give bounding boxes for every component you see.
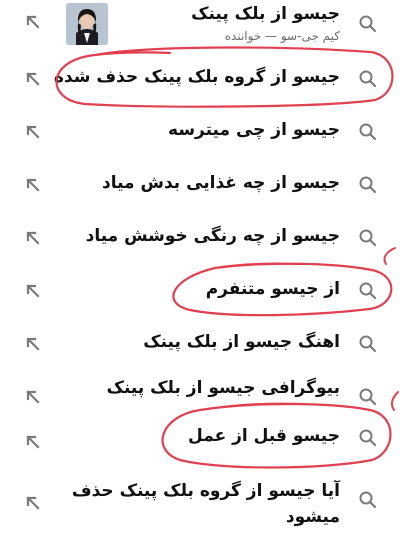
arrow-up-left-icon[interactable] — [26, 178, 40, 192]
suggestion-text: اهنگ جیسو از بلک پینک — [143, 332, 340, 352]
suggestion-text-line-1: آیا جیسو از گروه بلک پینک حذف — [71, 481, 340, 501]
suggestion-text: جیسو از چه رنگی خوشش میاد — [85, 226, 340, 246]
suggestion-row[interactable]: جیسو از چه غذایی بدش میاد — [0, 158, 400, 210]
suggestion-text-line-2: میشود — [285, 507, 340, 527]
search-icon — [359, 429, 377, 447]
suggestion-text: جیسو از چه غذایی بدش میاد — [102, 173, 340, 193]
search-icon — [359, 388, 377, 406]
suggestion-row[interactable]: بیوگرافی جیسو از بلک پینک — [0, 370, 400, 422]
search-icon — [359, 15, 377, 33]
arrow-up-left-icon[interactable] — [26, 496, 40, 510]
search-icon — [359, 70, 377, 88]
search-icon — [359, 229, 377, 247]
suggestion-row[interactable]: آیا جیسو از گروه بلک پینک حذف میشود — [0, 476, 400, 554]
search-icon — [359, 491, 377, 509]
search-icon — [359, 282, 377, 300]
suggestion-text: جیسو قبل از عمل — [188, 426, 340, 446]
arrow-up-left-icon[interactable] — [26, 435, 40, 449]
search-icon — [359, 176, 377, 194]
arrow-up-left-icon[interactable] — [26, 72, 40, 86]
avatar — [66, 3, 108, 45]
arrow-up-left-icon[interactable] — [26, 390, 40, 404]
suggestion-text: جیسو از بلک پینک — [191, 4, 340, 24]
suggestion-text: جیسو از چی میترسه — [168, 120, 340, 140]
suggestion-row[interactable]: جیسو از چی میترسه — [0, 105, 400, 157]
suggestion-row[interactable]: جیسو قبل از عمل — [0, 423, 400, 475]
suggestion-row[interactable]: از جیسو متنفرم — [0, 264, 400, 316]
search-icon — [359, 335, 377, 353]
suggestion-row[interactable]: جیسو از گروه بلک پینک حذف شده — [0, 54, 400, 104]
arrow-up-left-icon[interactable] — [26, 15, 40, 29]
arrow-up-left-icon[interactable] — [26, 337, 40, 351]
suggestion-row[interactable]: جیسو از بلک پینک کیم جی-سو — خواننده — [0, 0, 400, 52]
search-suggestions-list: جیسو از بلک پینک کیم جی-سو — خواننده جیس… — [0, 0, 400, 554]
arrow-up-left-icon[interactable] — [26, 284, 40, 298]
arrow-up-left-icon[interactable] — [26, 231, 40, 245]
suggestion-row[interactable]: جیسو از چه رنگی خوشش میاد — [0, 211, 400, 263]
arrow-up-left-icon[interactable] — [26, 125, 40, 139]
suggestion-row[interactable]: اهنگ جیسو از بلک پینک — [0, 317, 400, 369]
suggestion-text: جیسو از گروه بلک پینک حذف شده — [53, 67, 340, 87]
search-icon — [359, 123, 377, 141]
suggestion-text: بیوگرافی جیسو از بلک پینک — [106, 378, 340, 398]
suggestion-subtitle: کیم جی-سو — خواننده — [224, 29, 340, 43]
suggestion-text: از جیسو متنفرم — [205, 279, 340, 299]
